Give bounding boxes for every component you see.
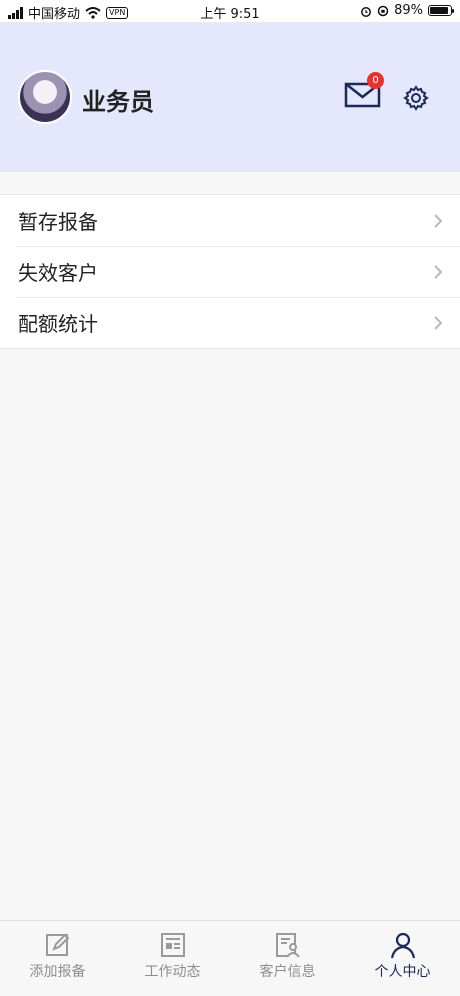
menu-list: 暂存报备 失效客户 配额统计 — [0, 194, 460, 349]
chevron-right-icon — [434, 265, 443, 279]
tab-label: 添加报备 — [29, 964, 86, 980]
menu-item-label: 暂存报备 — [18, 210, 98, 234]
user-icon — [390, 932, 415, 959]
mail-badge: 0 — [367, 72, 384, 89]
tab-profile[interactable]: 个人中心 — [345, 921, 460, 996]
news-icon — [160, 933, 185, 957]
menu-item-invalid-customers[interactable]: 失效客户 — [0, 246, 460, 297]
status-bar: 中国移动 VPN 上午 9:51 89% — [0, 0, 460, 22]
menu-item-label: 配额统计 — [18, 312, 98, 336]
menu-item-saved-reports[interactable]: 暂存报备 — [0, 195, 460, 246]
username: 业务员 — [82, 88, 154, 116]
edit-icon — [45, 933, 69, 956]
tab-label: 工作动态 — [144, 964, 201, 980]
tab-add-report[interactable]: 添加报备 — [0, 921, 115, 996]
chevron-right-icon — [434, 316, 443, 330]
tab-customer-info[interactable]: 客户信息 — [230, 921, 345, 996]
customer-info-icon — [275, 933, 300, 958]
profile-header: 业务员 0 — [0, 22, 460, 172]
chevron-right-icon — [434, 214, 443, 228]
rotation-lock-icon — [377, 5, 389, 16]
tab-work-updates[interactable]: 工作动态 — [115, 921, 230, 996]
avatar[interactable] — [18, 70, 72, 124]
alarm-icon — [361, 6, 372, 17]
battery-icon — [428, 5, 454, 16]
tab-label: 个人中心 — [374, 964, 431, 980]
battery-percent: 89% — [394, 3, 423, 18]
tab-bar: 添加报备 工作动态 客户信息 个人中心 — [0, 920, 460, 996]
menu-item-label: 失效客户 — [18, 261, 98, 285]
tab-label: 客户信息 — [259, 964, 316, 980]
menu-item-quota-statistics[interactable]: 配额统计 — [0, 297, 460, 348]
gear-icon[interactable] — [402, 84, 430, 112]
status-right: 89% — [360, 3, 454, 18]
